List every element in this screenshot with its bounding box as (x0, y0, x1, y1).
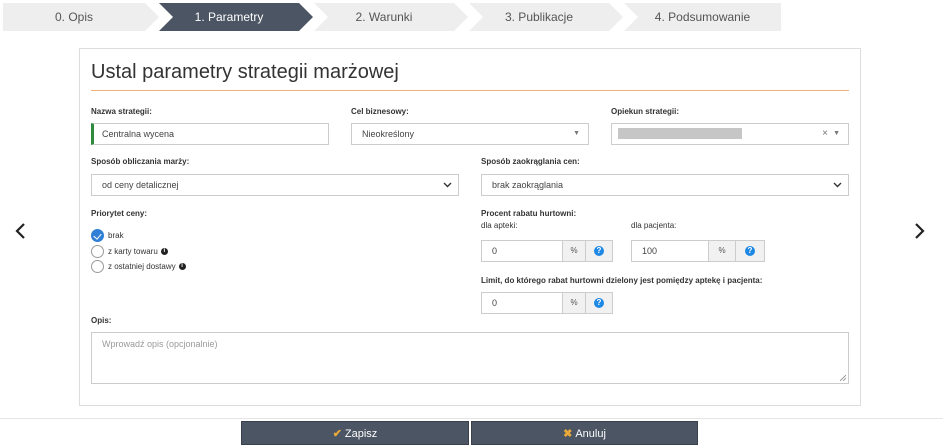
question-circle-icon: ? (594, 246, 604, 256)
title-divider (91, 90, 849, 91)
info-icon[interactable]: i (178, 263, 186, 270)
save-button[interactable]: ✔ Zapisz (241, 421, 469, 445)
redacted-value (618, 128, 742, 139)
info-icon[interactable]: i (160, 248, 168, 255)
question-circle-icon: ? (745, 246, 755, 256)
description-label: Opis: (91, 316, 112, 325)
chevron-down-icon (443, 182, 452, 188)
wholesale-discount-label: Procent rabatu hurtowni: (481, 209, 577, 218)
radio-unchecked-icon (91, 245, 104, 258)
strategy-parameters-card: Ustal parametry strategii marżowej Nazwa… (79, 48, 861, 406)
margin-method-label: Sposób obliczania marży: (91, 157, 190, 166)
step-publikacje[interactable]: 3. Publikacje (469, 3, 623, 31)
step-parametry[interactable]: 1. Parametry (159, 3, 313, 31)
step-label: 2. Warunki (355, 10, 413, 24)
chevron-left-icon[interactable] (14, 222, 26, 240)
caret-down-icon: ▼ (833, 130, 840, 137)
strategy-name-input[interactable]: Centralna wycena (91, 123, 329, 145)
page-title: Ustal parametry strategii marżowej (91, 61, 399, 83)
radio-brak[interactable]: brak (91, 229, 124, 242)
close-icon: ✖ (563, 428, 573, 440)
margin-method-select[interactable]: od ceny detalicznej (91, 174, 459, 196)
rounding-label: Sposób zaokrąglania cen: (481, 157, 580, 166)
business-goal-label: Cel biznesowy: (351, 107, 409, 116)
caret-down-icon: ▼ (573, 130, 580, 137)
percent-addon: % (708, 240, 736, 262)
percent-addon: % (562, 292, 586, 314)
step-label: 4. Podsumowanie (654, 10, 751, 24)
pharmacy-discount-input[interactable]: 0 (481, 240, 563, 262)
patient-label: dla pacjenta: (631, 221, 677, 230)
radio-z-karty-towaru[interactable]: z karty towaru i (91, 245, 168, 258)
step-label: 3. Publikacje (504, 10, 574, 24)
price-priority-label: Priorytet ceny: (91, 209, 148, 218)
radio-checked-icon (91, 229, 104, 242)
pharmacy-label: dla apteki: (481, 221, 518, 230)
step-warunki[interactable]: 2. Warunki (314, 3, 468, 31)
chevron-right-icon[interactable] (914, 222, 926, 240)
radio-z-ostatniej-dostawy[interactable]: z ostatniej dostawy i (91, 260, 186, 273)
question-circle-icon: ? (594, 298, 604, 308)
clear-icon[interactable]: × (822, 124, 828, 144)
step-label: 0. Opis (54, 10, 93, 24)
strategy-name-label: Nazwa strategii: (91, 107, 152, 116)
step-label: 1. Parametry (194, 10, 264, 24)
rounding-select[interactable]: brak zaokrąglania (481, 174, 849, 196)
resize-handle-icon[interactable] (840, 375, 846, 381)
step-opis[interactable]: 0. Opis (3, 3, 159, 31)
help-button[interactable]: ? (585, 240, 613, 262)
description-textarea[interactable]: Wprowadź opis (opcjonalnie) (91, 332, 849, 384)
patient-discount-input[interactable]: 100 (631, 240, 709, 262)
check-icon: ✔ (332, 428, 342, 440)
help-button[interactable]: ? (585, 292, 613, 314)
wizard-steps: 0. Opis 1. Parametry 2. Warunki 3. Publi… (3, 3, 781, 31)
step-podsumowanie[interactable]: 4. Podsumowanie (624, 3, 781, 31)
cancel-button[interactable]: ✖ Anuluj (471, 421, 698, 445)
footer-divider (0, 418, 943, 419)
limit-input[interactable]: 0 (481, 292, 563, 314)
strategy-owner-select[interactable]: × ▼ (611, 123, 849, 145)
radio-unchecked-icon (91, 260, 104, 273)
business-goal-select[interactable]: Nieokreślony ▼ (351, 123, 589, 145)
limit-label: Limit, do którego rabat hurtowni dzielon… (481, 276, 763, 285)
strategy-owner-label: Opiekun strategii: (611, 107, 680, 116)
help-button[interactable]: ? (735, 240, 765, 262)
chevron-down-icon (833, 182, 842, 188)
percent-addon: % (562, 240, 586, 262)
